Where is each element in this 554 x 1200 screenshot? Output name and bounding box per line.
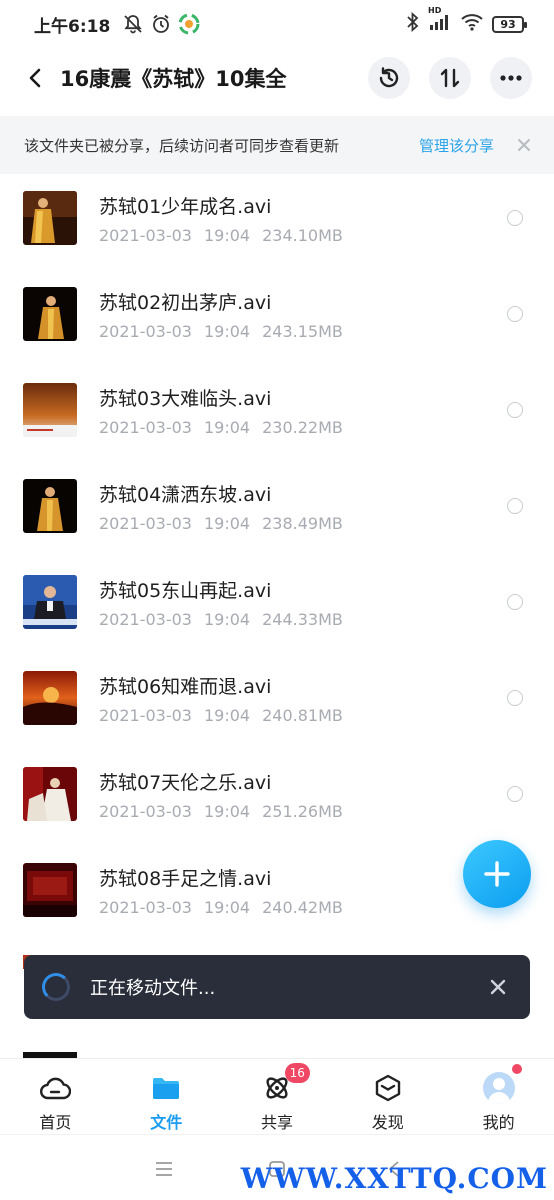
nav-label: 文件	[150, 1113, 183, 1132]
alarm-icon	[150, 13, 172, 35]
history-icon	[379, 67, 399, 88]
notification-dot	[512, 1064, 523, 1074]
file-name: 苏轼04潇洒东坡.avi	[99, 484, 272, 506]
menu-button[interactable]	[152, 1157, 176, 1181]
history-button[interactable]	[368, 57, 410, 99]
file-name: 苏轼03大难临头.avi	[99, 388, 272, 410]
cloud-home-icon	[38, 1071, 72, 1105]
banner-close-button[interactable]	[516, 137, 532, 153]
file-row[interactable]: 苏轼03大难临头.avi 2021-03-03 19:04 230.22MB	[0, 362, 554, 458]
select-radio[interactable]	[507, 498, 523, 514]
share-count-badge: 16	[284, 1063, 310, 1083]
bottom-nav: 首页 文件 16 共享 发现 我的	[0, 1058, 554, 1134]
share-banner: 该文件夹已被分享，后续访问者可同步查看更新 管理该分享	[0, 116, 554, 174]
file-meta: 2021-03-03 19:04 244.33MB	[99, 610, 343, 629]
select-radio[interactable]	[507, 402, 523, 418]
loading-spinner-icon	[42, 973, 70, 1001]
cube-discover-icon	[371, 1071, 405, 1105]
file-name: 苏轼05东山再起.avi	[99, 580, 272, 602]
close-icon	[518, 139, 530, 151]
sort-button[interactable]	[429, 57, 471, 99]
menu-lines-icon	[156, 1162, 172, 1176]
more-button[interactable]	[490, 57, 532, 99]
wifi-icon	[460, 12, 484, 37]
select-radio[interactable]	[507, 306, 523, 322]
select-radio[interactable]	[507, 786, 523, 802]
file-row[interactable]: 苏轼04潇洒东坡.avi 2021-03-03 19:04 238.49MB	[0, 458, 554, 554]
file-meta: 2021-03-03 19:04 243.15MB	[99, 322, 343, 341]
file-row[interactable]: 苏轼05东山再起.avi 2021-03-03 19:04 244.33MB	[0, 554, 554, 650]
more-dots-icon	[500, 75, 522, 81]
chevron-left-icon	[29, 68, 41, 88]
battery-indicator: 93	[492, 15, 527, 33]
file-name: 苏轼08手足之情.avi	[99, 868, 272, 890]
file-name: 苏轼01少年成名.avi	[99, 196, 272, 218]
moving-files-toast: 正在移动文件...	[24, 955, 530, 1019]
nav-share[interactable]: 16 共享	[222, 1059, 333, 1134]
video-thumbnail	[23, 863, 77, 917]
nav-discover[interactable]: 发现	[332, 1059, 443, 1134]
file-meta: 2021-03-03 19:04 230.22MB	[99, 418, 343, 437]
video-thumbnail	[23, 575, 77, 629]
share-banner-text: 该文件夹已被分享，后续访问者可同步查看更新	[24, 136, 340, 155]
nav-label: 共享	[260, 1113, 293, 1132]
bell-muted-icon	[122, 13, 144, 35]
file-meta: 2021-03-03 19:04 251.26MB	[99, 802, 343, 821]
select-radio[interactable]	[507, 594, 523, 610]
bluetooth-icon	[406, 11, 420, 37]
add-fab-button[interactable]	[463, 840, 531, 908]
video-thumbnail	[23, 479, 77, 533]
file-name: 苏轼02初出茅庐.avi	[99, 292, 272, 314]
video-thumbnail	[23, 287, 77, 341]
file-row[interactable]: 苏轼01少年成名.avi 2021-03-03 19:04 234.10MB	[0, 170, 554, 266]
nav-label: 我的	[482, 1113, 515, 1132]
watermark: WWW.XXTTQ.COM	[240, 1162, 548, 1195]
status-bar: 上午6:18 HD 93	[0, 0, 554, 48]
toast-message: 正在移动文件...	[90, 978, 216, 999]
signal-icon: HD	[428, 6, 452, 37]
video-thumbnail	[23, 671, 77, 725]
select-radio[interactable]	[507, 210, 523, 226]
nav-files[interactable]: 文件	[111, 1059, 222, 1134]
file-meta: 2021-03-03 19:04 234.10MB	[99, 226, 343, 245]
file-name: 苏轼07天伦之乐.avi	[99, 772, 272, 794]
nav-home[interactable]: 首页	[0, 1059, 111, 1134]
plus-icon	[484, 861, 510, 887]
avatar-container	[482, 1071, 516, 1105]
back-button[interactable]	[16, 58, 56, 98]
sort-arrows-icon	[440, 68, 460, 88]
video-thumbnail	[23, 383, 77, 437]
manage-share-link[interactable]: 管理该分享	[419, 135, 494, 156]
header: 16康震《苏轼》10集全	[0, 52, 554, 104]
file-meta: 2021-03-03 19:04 240.81MB	[99, 706, 343, 725]
file-list: 苏轼01少年成名.avi 2021-03-03 19:04 234.10MB 苏轼0…	[0, 170, 554, 938]
video-thumbnail	[23, 767, 77, 821]
folder-icon	[149, 1071, 183, 1105]
nav-me[interactable]: 我的	[443, 1059, 554, 1134]
page-title: 16康震《苏轼》10集全	[60, 67, 287, 91]
toast-close-button[interactable]	[488, 977, 508, 997]
file-row[interactable]: 苏轼07天伦之乐.avi 2021-03-03 19:04 251.26MB	[0, 746, 554, 842]
avatar	[482, 1072, 515, 1104]
nav-label: 首页	[39, 1113, 72, 1132]
video-thumbnail	[23, 191, 77, 245]
app-pinwheel-icon	[178, 13, 200, 35]
file-row[interactable]: 苏轼02初出茅庐.avi 2021-03-03 19:04 243.15MB	[0, 266, 554, 362]
close-icon	[490, 979, 506, 995]
file-meta: 2021-03-03 19:04 238.49MB	[99, 514, 343, 533]
file-name: 苏轼06知难而退.avi	[99, 676, 272, 698]
network-type-label: HD	[428, 5, 442, 15]
status-time: 上午6:18	[34, 16, 111, 37]
nav-label: 发现	[371, 1113, 404, 1132]
file-row[interactable]: 苏轼06知难而退.avi 2021-03-03 19:04 240.81MB	[0, 650, 554, 746]
file-meta: 2021-03-03 19:04 240.42MB	[99, 898, 343, 917]
select-radio[interactable]	[507, 690, 523, 706]
